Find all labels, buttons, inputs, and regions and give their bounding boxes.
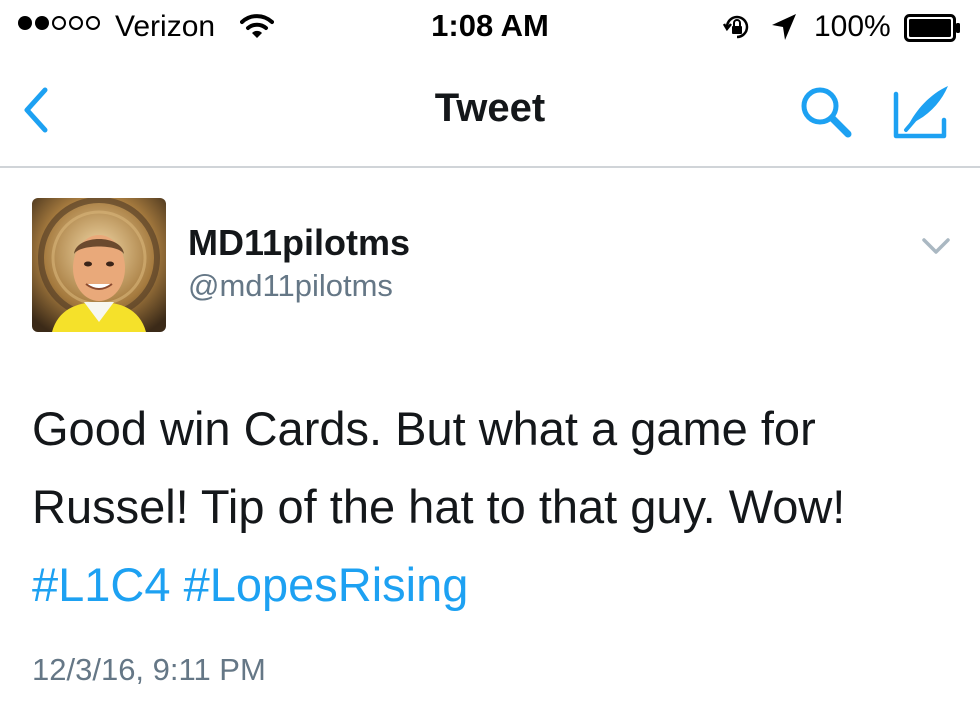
status-bar: Verizon 1:08 AM 100% [0,0,980,56]
author-display-name[interactable]: MD11pilotms [188,222,410,264]
hashtag-line: #L1C4 #LopesRising [32,546,962,624]
tweet-options-button[interactable] [916,230,956,266]
tweet-timestamp: 12/3/16, 9:11 PM [32,652,266,687]
tweet-text-line: Russel! Tip of the hat to that guy. Wow! [32,480,846,533]
search-icon [796,87,856,146]
chevron-down-icon [921,237,951,260]
battery-percentage: 100% [814,10,891,43]
tweet-detail: MD11pilotms @md11pilotms Good win Cards.… [0,168,980,720]
hashtag-link[interactable]: #LopesRising [184,558,469,611]
navigation-bar: Tweet [0,56,980,168]
author-handle[interactable]: @md11pilotms [188,268,393,304]
rotation-lock-icon [722,12,752,47]
compose-tweet-icon [888,86,954,146]
tweet-text-line: Good win Cards. But what a game for [32,402,816,455]
avatar[interactable] [32,198,166,332]
search-button[interactable] [796,82,860,142]
hashtag-link[interactable]: #L1C4 [32,558,171,611]
compose-tweet-button[interactable] [888,80,954,142]
location-arrow-icon [770,12,798,47]
tweet-text: Good win Cards. But what a game for Russ… [32,390,962,624]
battery-icon [904,14,962,47]
